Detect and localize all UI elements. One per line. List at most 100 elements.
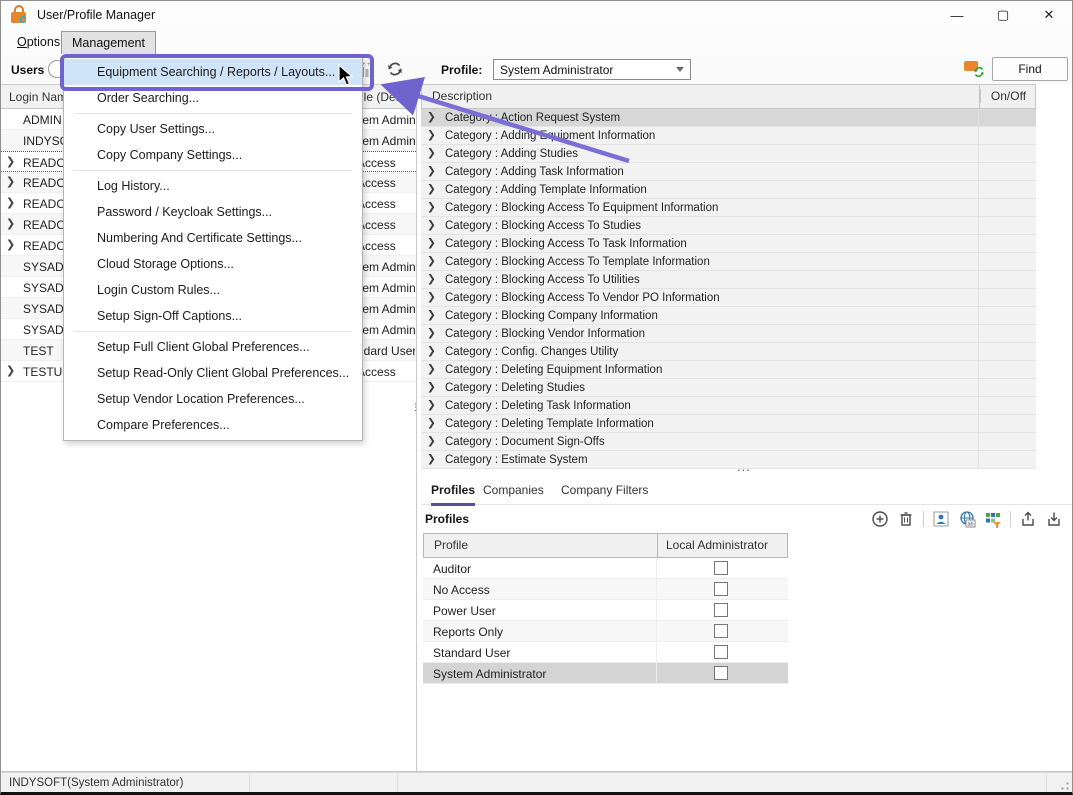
menu-item[interactable]: Equipment Searching / Reports / Layouts.… (64, 59, 362, 85)
menu-item[interactable]: Setup Read-Only Client Global Preference… (64, 360, 362, 386)
expand-chevron-icon[interactable]: ❯ (6, 217, 15, 230)
minimize-button[interactable]: — (934, 1, 980, 29)
resize-grip[interactable] (1057, 778, 1070, 791)
expand-chevron-icon[interactable]: ❯ (427, 129, 436, 141)
expand-chevron-icon[interactable]: ❯ (427, 399, 436, 411)
expand-chevron-icon[interactable]: ❯ (427, 417, 436, 429)
expand-chevron-icon[interactable]: ❯ (6, 364, 15, 377)
category-row[interactable]: ❯Category : Adding Equipment Information (421, 127, 1036, 145)
profile-row[interactable]: Reports Only (423, 621, 788, 642)
menu-management[interactable]: Management (61, 31, 156, 54)
menu-item[interactable]: Password / Keycloak Settings... (64, 199, 362, 225)
maximize-button[interactable]: ▢ (980, 1, 1026, 29)
local-administrator-checkbox[interactable] (714, 624, 728, 638)
list-overflow-grip[interactable]: ... (737, 459, 751, 474)
expand-chevron-icon[interactable]: ❯ (427, 363, 436, 375)
expand-chevron-icon[interactable]: ❯ (427, 255, 436, 267)
menu-item[interactable]: Setup Full Client Global Preferences... (64, 334, 362, 360)
menu-item[interactable]: Login Custom Rules... (64, 277, 362, 303)
category-row[interactable]: ❯Category : Deleting Task Information (421, 397, 1036, 415)
menu-item[interactable]: Setup Sign-Off Captions... (64, 303, 362, 329)
expand-chevron-icon[interactable]: ❯ (427, 183, 436, 195)
expand-chevron-icon[interactable]: ❯ (427, 147, 436, 159)
category-row[interactable]: ❯Category : Blocking Access To Vendor PO… (421, 289, 1036, 307)
category-row[interactable]: ❯Category : Blocking Access To Template … (421, 253, 1036, 271)
refresh-icon[interactable] (386, 60, 404, 78)
close-button[interactable]: ✕ (1026, 1, 1072, 29)
expand-chevron-icon[interactable]: ❯ (6, 196, 15, 209)
category-row[interactable]: ❯Category : Blocking Access To Utilities (421, 271, 1036, 289)
profile-column-header[interactable]: Profile (434, 538, 468, 552)
import-icon[interactable] (1045, 510, 1063, 528)
expand-chevron-icon[interactable]: ❯ (427, 453, 436, 465)
profiles-section-title: Profiles (425, 512, 469, 526)
category-row[interactable]: ❯Category : Adding Template Information (421, 181, 1036, 199)
category-row[interactable]: ❯Category : Adding Task Information (421, 163, 1036, 181)
expand-chevron-icon[interactable]: ❯ (6, 155, 15, 168)
tab-companies[interactable]: Companies (483, 483, 544, 503)
column-filter-icon[interactable] (984, 510, 1002, 528)
global-layout-icon[interactable]: ab (958, 510, 976, 528)
expand-chevron-icon[interactable]: ❯ (427, 201, 436, 213)
local-administrator-column-header[interactable]: Local Administrator (666, 538, 768, 552)
expand-chevron-icon[interactable]: ❯ (427, 309, 436, 321)
sync-profile-icon[interactable] (964, 60, 986, 78)
add-profile-icon[interactable] (871, 510, 889, 528)
category-row[interactable]: ❯Category : Document Sign-Offs (421, 433, 1036, 451)
profile-row[interactable]: System Administrator (423, 663, 788, 684)
expand-chevron-icon[interactable]: ❯ (427, 219, 436, 231)
profile-row[interactable]: No Access (423, 579, 788, 600)
category-row[interactable]: ❯Category : Blocking Access To Task Info… (421, 235, 1036, 253)
export-icon[interactable] (1019, 510, 1037, 528)
menu-item[interactable]: Copy User Settings... (64, 116, 362, 142)
category-row[interactable]: ❯Category : Blocking Company Information (421, 307, 1036, 325)
expand-chevron-icon[interactable]: ❯ (427, 381, 436, 393)
category-row[interactable]: ❯Category : Blocking Access To Studies (421, 217, 1036, 235)
expand-chevron-icon[interactable]: ❯ (427, 345, 436, 357)
expand-chevron-icon[interactable]: ❯ (427, 327, 436, 339)
tab-company-filters[interactable]: Company Filters (561, 483, 648, 503)
expand-chevron-icon[interactable]: ❯ (6, 238, 15, 251)
category-row[interactable]: ❯Category : Deleting Template Informatio… (421, 415, 1036, 433)
local-administrator-checkbox[interactable] (714, 645, 728, 659)
menu-item[interactable]: Numbering And Certificate Settings... (64, 225, 362, 251)
category-description-cell: Category : Blocking Access To Equipment … (445, 202, 718, 214)
category-row[interactable]: ❯Category : Deleting Equipment Informati… (421, 361, 1036, 379)
expand-chevron-icon[interactable]: ❯ (427, 291, 436, 303)
category-row[interactable]: ❯Category : Action Request System (421, 109, 1036, 127)
profile-row[interactable]: Power User (423, 600, 788, 621)
menu-item[interactable]: Cloud Storage Options... (64, 251, 362, 277)
delete-profile-icon[interactable] (897, 510, 915, 528)
category-row[interactable]: ❯ Category : Blocking Access To Equipment… (421, 199, 1036, 217)
menu-item[interactable]: Copy Company Settings... (64, 142, 362, 168)
menu-item[interactable]: Log History... (64, 173, 362, 199)
expand-chevron-icon[interactable]: ❯ (427, 237, 436, 249)
profile-label: Profile: (441, 63, 482, 77)
onoff-column-header[interactable]: On/Off (980, 89, 1036, 103)
tab-profiles[interactable]: Profiles (431, 483, 475, 506)
menu-item[interactable]: Order Searching... (64, 85, 362, 111)
category-row[interactable]: ❯Category : Adding Studies (421, 145, 1036, 163)
local-administrator-checkbox[interactable] (714, 582, 728, 596)
local-administrator-checkbox[interactable] (714, 561, 728, 575)
splitter-handle[interactable]: ⋮ (411, 405, 417, 421)
menu-item[interactable]: Compare Preferences... (64, 412, 362, 438)
menu-item[interactable]: Setup Vendor Location Preferences... (64, 386, 362, 412)
user-layout-icon[interactable] (932, 510, 950, 528)
find-button[interactable]: Find (992, 57, 1068, 81)
category-row[interactable]: ❯Category : Deleting Studies (421, 379, 1036, 397)
expand-chevron-icon[interactable]: ❯ (427, 165, 436, 177)
profile-row[interactable]: Standard User (423, 642, 788, 663)
local-administrator-checkbox[interactable] (714, 603, 728, 617)
category-row[interactable]: ❯Category : Blocking Vendor Information (421, 325, 1036, 343)
expand-chevron-icon[interactable]: ❯ (427, 435, 436, 447)
expand-chevron-icon[interactable]: ❯ (427, 273, 436, 285)
profile-row[interactable]: Auditor (423, 558, 788, 579)
description-column-header[interactable]: Description (432, 89, 492, 103)
expand-chevron-icon[interactable]: ❯ (6, 175, 15, 188)
category-row[interactable]: ❯Category : Estimate System (421, 451, 1036, 469)
expand-chevron-icon[interactable]: ❯ (427, 111, 436, 123)
category-row[interactable]: ❯Category : Config. Changes Utility (421, 343, 1036, 361)
local-administrator-checkbox[interactable] (714, 666, 728, 680)
profile-dropdown[interactable]: System Administrator (493, 59, 691, 80)
